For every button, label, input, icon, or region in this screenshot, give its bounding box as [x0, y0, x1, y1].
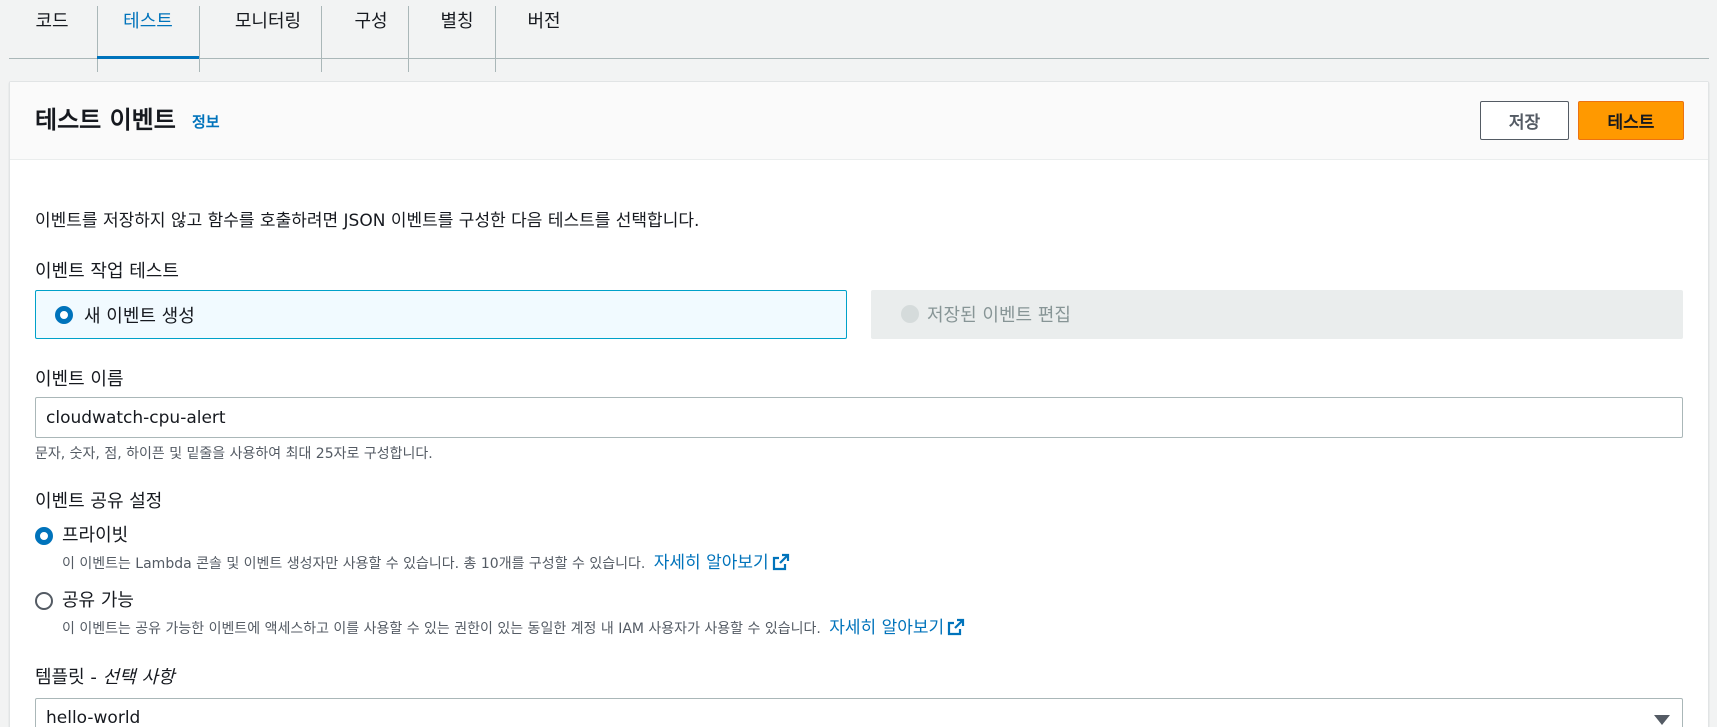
- tab-code[interactable]: 코드: [25, 0, 79, 58]
- event-name-hint: 문자, 숫자, 점, 하이픈 및 밑줄을 사용하여 최대 25자로 구성합니다.: [35, 446, 433, 462]
- tab-divider: [495, 6, 496, 72]
- event-name-label: 이벤트 이름: [35, 369, 124, 390]
- info-link[interactable]: 정보: [192, 111, 220, 132]
- sharing-label: 이벤트 공유 설정: [35, 491, 163, 512]
- radio-disabled-icon: [901, 305, 919, 323]
- private-learn-more-text: 자세히 알아보기: [653, 553, 769, 573]
- tab-test[interactable]: 테스트: [97, 0, 199, 59]
- shareable-description: 이 이벤트는 공유 가능한 이벤트에 액세스하고 이를 사용할 수 있는 권한이…: [62, 613, 965, 638]
- private-radio[interactable]: [35, 527, 53, 545]
- edit-saved-event-label: 저장된 이벤트 편집: [927, 305, 1071, 326]
- event-name-input[interactable]: [35, 397, 1683, 438]
- tab-bar: 코드 테스트 모니터링 구성 별칭 버전: [9, 0, 1709, 72]
- shareable-desc-text: 이 이벤트는 공유 가능한 이벤트에 액세스하고 이를 사용할 수 있는 권한이…: [62, 621, 821, 637]
- create-new-event-label: 새 이벤트 생성: [84, 306, 195, 327]
- template-optional-text: 선택 사항: [102, 667, 175, 688]
- shareable-learn-more-text: 자세히 알아보기: [829, 618, 945, 638]
- template-select[interactable]: hello-world: [35, 698, 1683, 727]
- template-select-value: hello-world: [46, 708, 141, 727]
- template-label: 템플릿 - 선택 사항: [35, 663, 175, 689]
- shareable-label[interactable]: 공유 가능: [62, 586, 134, 612]
- test-button[interactable]: 테스트: [1578, 101, 1684, 140]
- tab-divider: [408, 6, 409, 72]
- shareable-radio[interactable]: [35, 592, 53, 610]
- tab-divider: [321, 6, 322, 72]
- caret-down-icon: [1654, 715, 1670, 725]
- private-description: 이 이벤트는 Lambda 콘솔 및 이벤트 생성자만 사용할 수 있습니다. …: [62, 548, 790, 573]
- edit-saved-event-option: 저장된 이벤트 편집: [871, 290, 1683, 339]
- create-new-event-option[interactable]: 새 이벤트 생성: [35, 290, 847, 339]
- save-button[interactable]: 저장: [1480, 101, 1569, 140]
- external-link-icon: [948, 618, 965, 636]
- test-event-panel: 테스트 이벤트 정보 저장 테스트 이벤트를 저장하지 않고 함수를 호출하려면…: [9, 81, 1709, 727]
- tab-divider: [199, 6, 200, 72]
- panel-header: 테스트 이벤트 정보 저장 테스트: [10, 82, 1708, 160]
- tab-monitoring[interactable]: 모니터링: [217, 0, 319, 58]
- private-learn-more-link[interactable]: 자세히 알아보기: [654, 553, 790, 573]
- radio-checked-icon: [55, 306, 73, 324]
- private-desc-text: 이 이벤트는 Lambda 콘솔 및 이벤트 생성자만 사용할 수 있습니다. …: [62, 556, 646, 572]
- tab-aliases[interactable]: 별칭: [421, 0, 493, 58]
- shareable-learn-more-link[interactable]: 자세히 알아보기: [829, 618, 965, 638]
- external-link-icon: [772, 553, 789, 571]
- event-action-label: 이벤트 작업 테스트: [35, 261, 179, 282]
- tab-configuration[interactable]: 구성: [335, 0, 407, 58]
- private-label[interactable]: 프라이빗: [62, 521, 128, 547]
- panel-description: 이벤트를 저장하지 않고 함수를 호출하려면 JSON 이벤트를 구성한 다음 …: [35, 211, 700, 231]
- panel-title: 테스트 이벤트: [35, 106, 176, 134]
- tab-versions[interactable]: 버전: [508, 0, 580, 58]
- template-label-text: 템플릿 -: [35, 667, 103, 688]
